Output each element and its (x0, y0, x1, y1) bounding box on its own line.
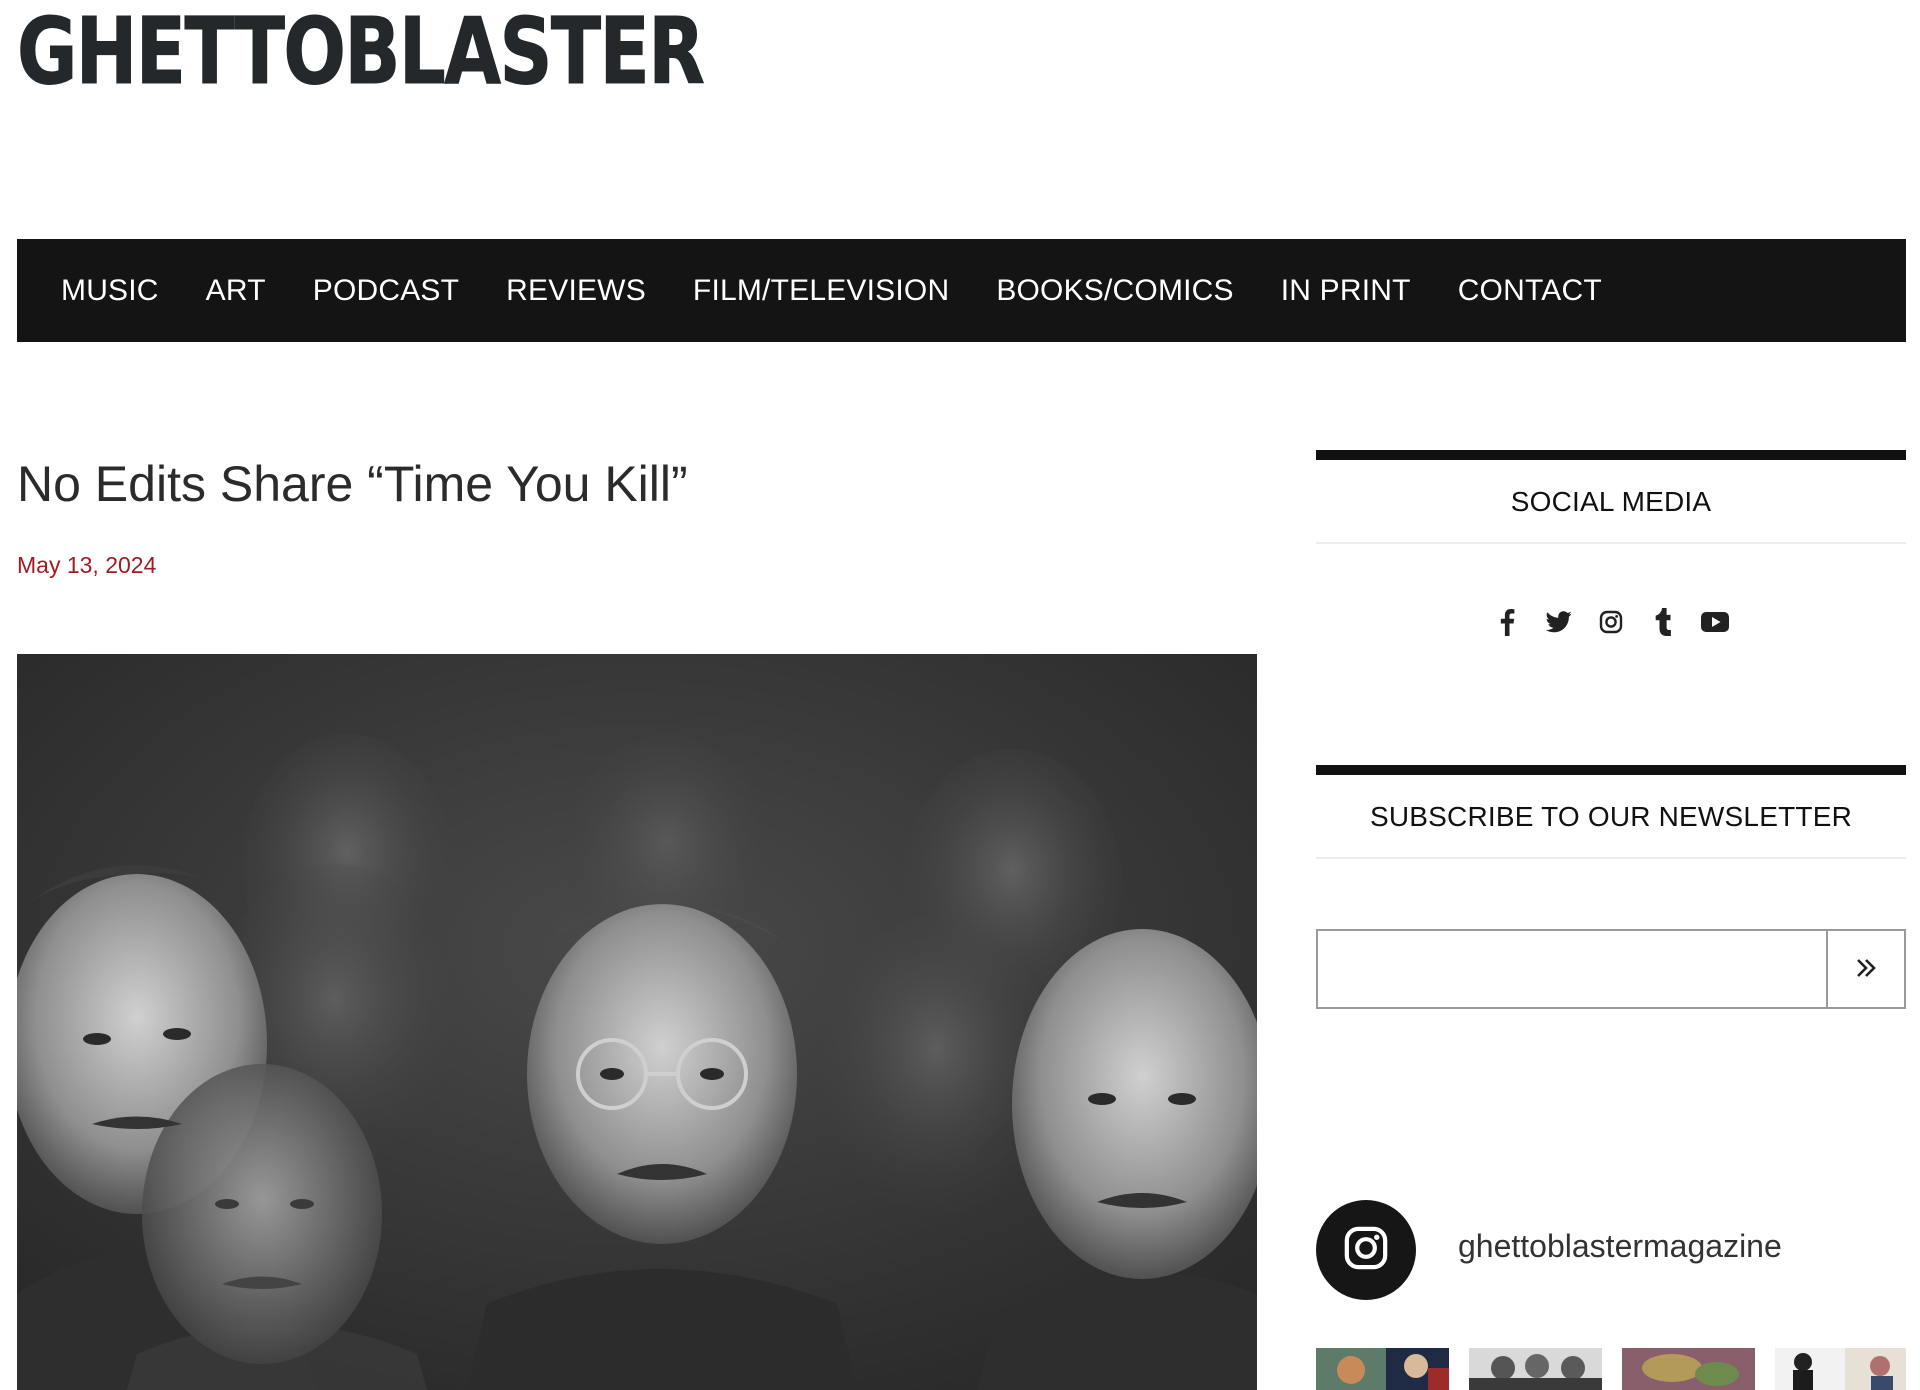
nav-item-reviews[interactable]: REVIEWS (506, 274, 646, 308)
instagram-thumbnail[interactable] (1775, 1348, 1906, 1390)
newsletter-email-input[interactable] (1318, 931, 1826, 1007)
instagram-thumbnail[interactable] (1316, 1348, 1449, 1390)
newsletter-form (1316, 929, 1906, 1009)
newsletter-heading: SUBSCRIBE TO OUR NEWSLETTER (1369, 801, 1852, 832)
social-media-heading: SOCIAL MEDIA (1510, 486, 1712, 517)
post-featured-image[interactable] (17, 654, 1257, 1390)
nav-item-art[interactable]: ART (206, 274, 266, 308)
main-nav: MUSIC ART PODCAST REVIEWS FILM/TELEVISIO… (17, 239, 1906, 342)
newsletter-submit-button[interactable] (1826, 931, 1904, 1007)
newsletter-top-bar (1316, 765, 1906, 775)
nav-item-contact[interactable]: CONTACT (1458, 274, 1602, 308)
nav-item-in-print[interactable]: IN PRINT (1281, 274, 1411, 308)
twitter-icon[interactable] (1545, 608, 1573, 636)
tumblr-icon[interactable] (1649, 608, 1677, 636)
instagram-profile-avatar[interactable] (1316, 1200, 1416, 1300)
instagram-icon[interactable] (1597, 608, 1625, 636)
post-date[interactable]: May 13, 2024 (17, 552, 156, 579)
instagram-thumbnail[interactable] (1469, 1348, 1602, 1390)
nav-item-music[interactable]: MUSIC (61, 274, 159, 308)
social-icons (1316, 608, 1906, 636)
newsletter-divider (1316, 857, 1906, 859)
nav-item-books-comics[interactable]: BOOKS/COMICS (996, 274, 1233, 308)
social-media-top-bar (1316, 450, 1906, 460)
youtube-icon[interactable] (1701, 608, 1729, 636)
instagram-icon (1343, 1225, 1389, 1276)
instagram-handle[interactable]: ghettoblastermagazine (1458, 1228, 1782, 1265)
nav-item-podcast[interactable]: PODCAST (313, 274, 459, 308)
double-chevron-right-icon (1855, 956, 1877, 983)
nav-item-film-television[interactable]: FILM/TELEVISION (693, 274, 949, 308)
post-title: No Edits Share “Time You Kill” (17, 456, 688, 512)
site-logo[interactable]: GHETTOBLASTER (17, 5, 706, 98)
instagram-thumbnail[interactable] (1622, 1348, 1755, 1390)
facebook-icon[interactable] (1493, 608, 1521, 636)
social-media-divider (1316, 542, 1906, 544)
